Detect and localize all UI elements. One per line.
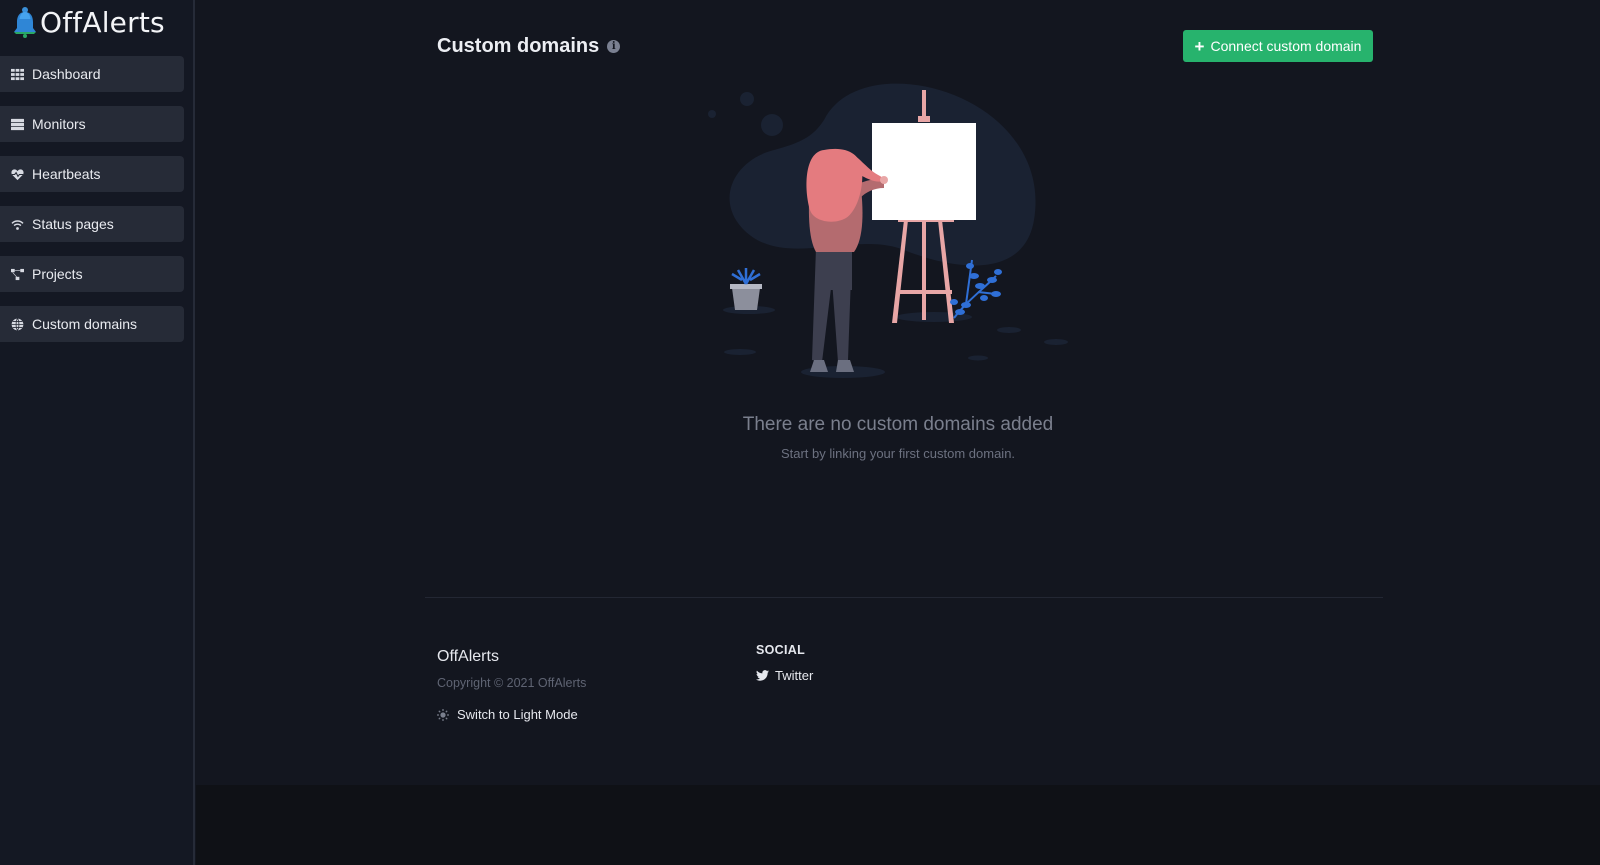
main-content: Custom domains i + Connect custom domain bbox=[196, 0, 1600, 785]
theme-toggle-label: Switch to Light Mode bbox=[457, 707, 578, 722]
social-heading: SOCIAL bbox=[756, 643, 806, 657]
empty-state-subtitle: Start by linking your first custom domai… bbox=[780, 446, 1016, 461]
footer-divider bbox=[425, 597, 1383, 598]
sun-icon bbox=[437, 708, 449, 721]
leafy-plant bbox=[950, 259, 1002, 319]
ground-shadow bbox=[997, 327, 1021, 333]
decor-dot bbox=[761, 114, 783, 136]
copyright-text: Copyright © 2021 OffAlerts bbox=[437, 676, 587, 690]
sidebar-nav: Dashboard Monitors Heartbeats Status pag… bbox=[0, 56, 184, 356]
decor-dot bbox=[708, 110, 716, 118]
potted-plant bbox=[730, 268, 762, 310]
sidebar-item-heartbeats[interactable]: Heartbeats bbox=[0, 156, 184, 192]
page-bottom-band bbox=[196, 785, 1600, 865]
blank-canvas bbox=[872, 123, 976, 220]
globe-icon bbox=[10, 317, 24, 331]
sidebar-item-label: Projects bbox=[32, 266, 83, 282]
app-logo[interactable]: OffAlerts bbox=[12, 4, 165, 40]
connect-button-label: Connect custom domain bbox=[1210, 38, 1362, 54]
bell-logo-icon bbox=[14, 7, 36, 38]
wifi-icon bbox=[10, 217, 24, 231]
server-icon bbox=[10, 117, 24, 131]
sidebar: OffAlerts Dashboard Monitors Heartbeats … bbox=[0, 0, 195, 865]
page-title: Custom domains i bbox=[437, 35, 621, 58]
sidebar-item-label: Heartbeats bbox=[32, 166, 101, 182]
empty-state-illustration bbox=[708, 83, 1068, 378]
sidebar-item-label: Monitors bbox=[32, 116, 86, 132]
plus-icon: + bbox=[1194, 36, 1205, 56]
info-icon[interactable]: i bbox=[607, 40, 621, 53]
sidebar-item-status-pages[interactable]: Status pages bbox=[0, 206, 184, 242]
switch-to-light-mode-link[interactable]: Switch to Light Mode bbox=[437, 707, 578, 722]
footer-brand: OffAlerts bbox=[437, 648, 499, 665]
sidebar-item-label: Status pages bbox=[32, 216, 114, 232]
sidebar-item-dashboard[interactable]: Dashboard bbox=[0, 56, 184, 92]
sidebar-item-projects[interactable]: Projects bbox=[0, 256, 184, 292]
twitter-icon bbox=[756, 670, 769, 681]
sidebar-item-monitors[interactable]: Monitors bbox=[0, 106, 184, 142]
empty-state-title: There are no custom domains added bbox=[742, 414, 1054, 435]
woman-figure bbox=[806, 148, 888, 372]
sidebar-item-label: Custom domains bbox=[32, 316, 138, 332]
page-title-text: Custom domains bbox=[437, 35, 600, 57]
project-diagram-icon bbox=[10, 267, 24, 281]
heartbeat-icon bbox=[10, 167, 24, 181]
twitter-label: Twitter bbox=[775, 668, 814, 683]
ground-shadow bbox=[724, 349, 756, 355]
sidebar-item-label: Dashboard bbox=[32, 66, 101, 82]
sidebar-item-custom-domains[interactable]: Custom domains bbox=[0, 306, 184, 342]
app-name: OffAlerts bbox=[40, 5, 165, 39]
twitter-link[interactable]: Twitter bbox=[756, 668, 813, 683]
decor-dot bbox=[740, 92, 754, 106]
connect-custom-domain-button[interactable]: + Connect custom domain bbox=[1183, 30, 1373, 62]
ground-shadow bbox=[1044, 339, 1068, 345]
ground-shadow bbox=[968, 355, 988, 361]
grid-icon bbox=[10, 67, 24, 81]
